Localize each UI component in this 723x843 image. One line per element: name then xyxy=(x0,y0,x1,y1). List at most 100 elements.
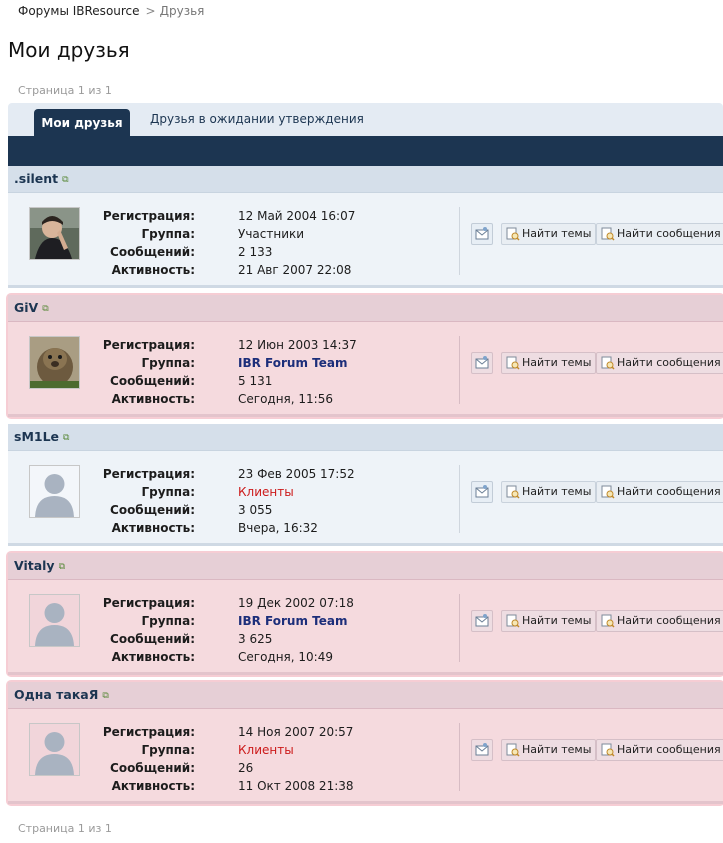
label-registration: Регистрация: xyxy=(102,596,195,610)
value-activity: 21 Авг 2007 22:08 xyxy=(238,263,352,277)
find-posts-label: Найти сообщения xyxy=(617,743,721,756)
label-registration: Регистрация: xyxy=(102,209,195,223)
card-bottom-border xyxy=(8,414,723,417)
page-title: Мои друзья xyxy=(8,38,130,62)
divider xyxy=(459,207,460,275)
avatar[interactable] xyxy=(29,723,80,776)
value-group: IBR Forum Team xyxy=(238,356,348,370)
label-group: Группа: xyxy=(141,356,195,370)
tab-my-friends[interactable]: Мои друзья xyxy=(34,109,130,136)
divider xyxy=(459,465,460,533)
search-doc-icon xyxy=(506,356,520,377)
friend-card-header: GiV ⧉ xyxy=(8,295,723,322)
envelope-icon xyxy=(472,485,492,506)
friend-name-link[interactable]: GiV xyxy=(14,300,38,315)
friend-name-link[interactable]: sM1Le xyxy=(14,429,59,444)
find-topics-label: Найти темы xyxy=(522,227,592,240)
find-topics-button[interactable]: Найти темы xyxy=(501,739,597,764)
find-topics-label: Найти темы xyxy=(522,485,592,498)
card-bottom-border xyxy=(8,672,723,675)
value-registration: 12 Май 2004 16:07 xyxy=(238,209,356,223)
search-doc-icon xyxy=(601,614,615,635)
divider xyxy=(459,594,460,662)
find-topics-button[interactable]: Найти темы xyxy=(501,481,597,503)
breadcrumb: Форумы IBResource > Друзья xyxy=(18,4,204,18)
friend-card-body: Регистрация: 23 Фев 2005 17:52 Группа: Клие… xyxy=(8,451,723,546)
label-group: Группа: xyxy=(141,485,195,499)
label-registration: Регистрация: xyxy=(102,467,195,481)
send-message-button[interactable] xyxy=(471,610,493,632)
label-posts: Сообщений: xyxy=(110,503,195,517)
value-group: Клиенты xyxy=(238,743,294,757)
avatar[interactable] xyxy=(29,465,80,518)
find-topics-label: Найти темы xyxy=(522,356,592,369)
breadcrumb-root-link[interactable]: Форумы IBResource xyxy=(18,4,140,18)
friend-card-body: Регистрация: 12 Июн 2003 14:37 Группа: IBR … xyxy=(8,322,723,417)
friend-card: sM1Le ⧉ Регистрация: 23 Фев 2005 17:52 Групп… xyxy=(8,424,723,546)
find-posts-label: Найти сообщения xyxy=(617,614,721,627)
label-group: Группа: xyxy=(141,614,195,628)
value-registration: 14 Ноя 2007 20:57 xyxy=(238,725,354,739)
value-registration: 12 Июн 2003 14:37 xyxy=(238,338,357,352)
friend-card-header: sM1Le ⧉ xyxy=(8,424,723,451)
friend-name-link[interactable]: Vitaly xyxy=(14,558,55,573)
external-link-icon[interactable]: ⧉ xyxy=(102,683,108,709)
tab-pending-friends[interactable]: Друзья в ожидании утверждения xyxy=(150,112,364,126)
label-posts: Сообщений: xyxy=(110,632,195,646)
find-posts-button[interactable]: Найти сообщения xyxy=(596,223,723,245)
avatar[interactable] xyxy=(29,207,80,260)
search-doc-icon xyxy=(506,743,520,764)
find-posts-button[interactable]: Найти сообщения xyxy=(596,739,723,761)
find-topics-label: Найти темы xyxy=(522,614,592,627)
find-posts-button[interactable]: Найти сообщения xyxy=(596,610,723,632)
tabs-bar: Мои друзья Друзья в ожидании утверждения xyxy=(8,103,723,136)
value-registration: 19 Дек 2002 07:18 xyxy=(238,596,354,610)
value-group: Клиенты xyxy=(238,485,294,499)
label-group: Группа: xyxy=(141,743,195,757)
friend-card-body: Регистрация: 12 Май 2004 16:07 Группа: Учас… xyxy=(8,193,723,288)
find-topics-button[interactable]: Найти темы xyxy=(501,610,597,632)
friend-card: .silent ⧉ Регистрация: 12 Май 2004 16:07 Гру… xyxy=(8,166,723,288)
find-topics-button[interactable]: Найти темы xyxy=(501,223,597,248)
label-registration: Регистрация: xyxy=(102,338,195,352)
friend-name-link[interactable]: Одна такаЯ xyxy=(14,687,98,702)
envelope-icon xyxy=(472,743,492,764)
friend-name-link[interactable]: .silent xyxy=(14,171,58,186)
send-message-button[interactable] xyxy=(471,352,493,374)
send-message-button[interactable] xyxy=(471,481,493,503)
external-link-icon[interactable]: ⧉ xyxy=(42,296,48,322)
find-posts-button[interactable]: Найти сообщения xyxy=(596,481,723,503)
search-doc-icon xyxy=(601,356,615,377)
card-bottom-border xyxy=(8,285,723,288)
label-posts: Сообщений: xyxy=(110,374,195,388)
external-link-icon[interactable]: ⧉ xyxy=(62,167,68,193)
card-bottom-border xyxy=(8,543,723,546)
value-activity: Вчера, 16:32 xyxy=(238,521,318,535)
value-posts: 5 131 xyxy=(238,374,273,388)
external-link-icon[interactable]: ⧉ xyxy=(63,425,69,451)
find-posts-button[interactable]: Найти сообщения xyxy=(596,352,723,374)
value-posts: 26 xyxy=(238,761,254,775)
label-activity: Активность: xyxy=(111,392,195,406)
search-doc-icon xyxy=(506,227,520,248)
value-posts: 3 625 xyxy=(238,632,273,646)
label-activity: Активность: xyxy=(111,779,195,793)
friend-card-header: Vitaly ⧉ xyxy=(8,553,723,580)
find-topics-button[interactable]: Найти темы xyxy=(501,352,597,377)
avatar[interactable] xyxy=(29,336,80,389)
value-activity: 11 Окт 2008 21:38 xyxy=(238,779,354,793)
value-activity: Сегодня, 11:56 xyxy=(238,392,333,406)
value-registration: 23 Фев 2005 17:52 xyxy=(238,467,355,481)
external-link-icon[interactable]: ⧉ xyxy=(59,554,65,580)
find-posts-label: Найти сообщения xyxy=(617,485,721,498)
avatar[interactable] xyxy=(29,594,80,647)
friend-card: Одна такаЯ ⧉ Регистрация: 14 Ноя 2007 20:57… xyxy=(8,682,723,804)
find-posts-label: Найти сообщения xyxy=(617,356,721,369)
divider xyxy=(459,723,460,791)
label-posts: Сообщений: xyxy=(110,245,195,259)
value-posts: 3 055 xyxy=(238,503,273,517)
envelope-icon xyxy=(472,614,492,635)
send-message-button[interactable] xyxy=(471,223,493,245)
send-message-button[interactable] xyxy=(471,739,493,761)
breadcrumb-separator: > xyxy=(145,4,156,18)
